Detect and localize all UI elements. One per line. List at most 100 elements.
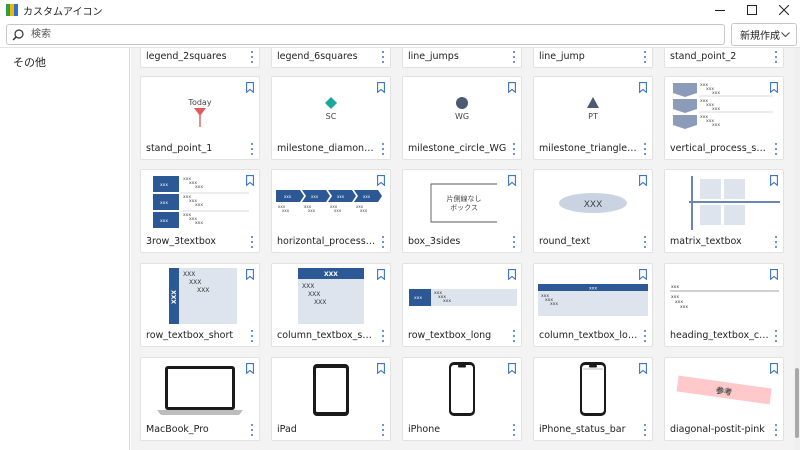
minimize-button[interactable] bbox=[704, 0, 736, 20]
sidebar: その他 bbox=[0, 48, 130, 450]
card-preview: xxx xxx xxx xxx xxx xxx xxx xxx xxx xxx xxx xxx bbox=[272, 170, 390, 232]
icon-card[interactable]: iPhone bbox=[402, 357, 522, 441]
more-vertical-icon[interactable] bbox=[380, 51, 386, 63]
icon-card[interactable]: PT milestone_triangle_PT bbox=[533, 76, 653, 160]
icon-card[interactable]: 参考 diagonal-postit-pink bbox=[664, 357, 784, 441]
bookmark-icon[interactable] bbox=[377, 175, 385, 186]
card-label: diagonal-postit-pink bbox=[670, 424, 765, 435]
icon-card[interactable]: matrix_textbox bbox=[664, 169, 784, 253]
bookmark-icon[interactable] bbox=[377, 269, 385, 280]
bookmark-icon[interactable] bbox=[246, 363, 254, 374]
svg-text:xxx: xxx bbox=[712, 107, 720, 112]
icon-card[interactable]: line_jump bbox=[533, 48, 653, 68]
svg-text:xxx: xxx bbox=[363, 194, 371, 199]
svg-text:xxx: xxx bbox=[282, 208, 290, 213]
svg-text:xxx: xxx bbox=[550, 302, 558, 307]
chevron-down-icon bbox=[781, 32, 790, 38]
more-vertical-icon[interactable] bbox=[642, 51, 648, 63]
more-vertical-icon[interactable] bbox=[642, 143, 648, 155]
svg-text:xxx: xxx bbox=[712, 123, 720, 128]
svg-text:xxx: xxx bbox=[195, 203, 203, 208]
more-vertical-icon[interactable] bbox=[642, 330, 648, 342]
svg-text:xxx: xxx bbox=[671, 285, 679, 290]
more-vertical-icon[interactable] bbox=[380, 424, 386, 436]
icon-card[interactable]: iPad bbox=[271, 357, 391, 441]
search-box[interactable] bbox=[6, 24, 725, 45]
maximize-icon bbox=[747, 5, 757, 15]
card-label: matrix_textbox bbox=[670, 236, 742, 247]
icon-card[interactable]: SC milestone_diamond_SC bbox=[271, 76, 391, 160]
icon-card[interactable]: line_jumps bbox=[402, 48, 522, 68]
bookmark-icon[interactable] bbox=[246, 269, 254, 280]
new-create-button[interactable]: 新規作成 bbox=[731, 23, 797, 46]
svg-text:xxx: xxx bbox=[195, 221, 203, 226]
box-3sides-text-1: 片側線なし bbox=[447, 194, 482, 203]
more-vertical-icon[interactable] bbox=[642, 236, 648, 248]
icon-card[interactable]: Today stand_point_1 bbox=[140, 76, 260, 160]
more-vertical-icon[interactable] bbox=[249, 51, 255, 63]
more-vertical-icon[interactable] bbox=[380, 330, 386, 342]
card-label: MacBook_Pro bbox=[146, 424, 209, 435]
card-label: horizontal_process_sequence bbox=[277, 236, 377, 247]
maximize-button[interactable] bbox=[736, 0, 768, 20]
bookmark-icon[interactable] bbox=[246, 175, 254, 186]
more-vertical-icon[interactable] bbox=[773, 424, 779, 436]
icon-card[interactable]: xxx xxx xxx xxx column_textbox_long bbox=[533, 263, 653, 347]
bookmark-icon[interactable] bbox=[770, 269, 778, 280]
more-vertical-icon[interactable] bbox=[511, 143, 517, 155]
icon-card[interactable]: xxx xxx xxx xxx row_textbox_long bbox=[402, 263, 522, 347]
bookmark-icon[interactable] bbox=[639, 82, 647, 93]
bookmark-icon[interactable] bbox=[508, 269, 516, 280]
more-vertical-icon[interactable] bbox=[249, 143, 255, 155]
bookmark-icon[interactable] bbox=[377, 363, 385, 374]
close-button[interactable] bbox=[768, 0, 800, 20]
more-vertical-icon[interactable] bbox=[773, 236, 779, 248]
bookmark-icon[interactable] bbox=[639, 175, 647, 186]
more-vertical-icon[interactable] bbox=[249, 236, 255, 248]
icon-card[interactable]: xxx xxxxxxxxx heading_textbox_column bbox=[664, 263, 784, 347]
more-vertical-icon[interactable] bbox=[773, 51, 779, 63]
sidebar-item-other[interactable]: その他 bbox=[13, 54, 46, 70]
scroll-thumb[interactable] bbox=[795, 368, 799, 438]
icon-card[interactable]: XXX XXX XXX XXX column_textbox_short bbox=[271, 263, 391, 347]
more-vertical-icon[interactable] bbox=[511, 236, 517, 248]
bookmark-icon[interactable] bbox=[639, 363, 647, 374]
bookmark-icon[interactable] bbox=[770, 175, 778, 186]
more-vertical-icon[interactable] bbox=[249, 424, 255, 436]
bookmark-icon[interactable] bbox=[639, 269, 647, 280]
card-preview bbox=[534, 358, 652, 420]
bookmark-icon[interactable] bbox=[508, 82, 516, 93]
search-input[interactable] bbox=[31, 26, 711, 43]
icon-card[interactable]: stand_point_2 bbox=[664, 48, 784, 68]
card-label: milestone_circle_WG bbox=[408, 143, 507, 154]
icon-card[interactable]: XXX round_text bbox=[533, 169, 653, 253]
three-side-box bbox=[430, 183, 497, 223]
bookmark-icon[interactable] bbox=[508, 175, 516, 186]
more-vertical-icon[interactable] bbox=[773, 330, 779, 342]
more-vertical-icon[interactable] bbox=[511, 330, 517, 342]
more-vertical-icon[interactable] bbox=[511, 51, 517, 63]
more-vertical-icon[interactable] bbox=[380, 143, 386, 155]
bookmark-icon[interactable] bbox=[770, 363, 778, 374]
vertical-scrollbar[interactable] bbox=[794, 48, 800, 450]
icon-card[interactable]: MacBook_Pro bbox=[140, 357, 260, 441]
more-vertical-icon[interactable] bbox=[773, 143, 779, 155]
icon-card[interactable]: xxx xxx xxx xxx xxx xxx xxx xxx xxx xxx xxx xxx … bbox=[140, 169, 260, 253]
icon-card[interactable]: legend_2squares bbox=[140, 48, 260, 68]
more-vertical-icon[interactable] bbox=[511, 424, 517, 436]
bookmark-icon[interactable] bbox=[770, 82, 778, 93]
icon-card[interactable]: 片側線なし ボックス box_3sides bbox=[402, 169, 522, 253]
icon-card[interactable]: xxx xxx xxx xxx xxx xxx xxx xxx xxx vertical_p… bbox=[664, 76, 784, 160]
more-vertical-icon[interactable] bbox=[642, 424, 648, 436]
bookmark-icon[interactable] bbox=[508, 363, 516, 374]
icon-card[interactable]: WG milestone_circle_WG bbox=[402, 76, 522, 160]
icon-card[interactable]: XXX XXX XXX XXX row_textbox_short bbox=[140, 263, 260, 347]
icon-card[interactable]: xxx xxx xxx xxx xxx xxx xxx xxx xxx xxx xxx xxx… bbox=[271, 169, 391, 253]
more-vertical-icon[interactable] bbox=[380, 236, 386, 248]
icon-card[interactable]: legend_6squares bbox=[271, 48, 391, 68]
bookmark-icon[interactable] bbox=[246, 82, 254, 93]
card-preview bbox=[665, 170, 783, 232]
more-vertical-icon[interactable] bbox=[249, 330, 255, 342]
bookmark-icon[interactable] bbox=[377, 82, 385, 93]
icon-card[interactable]: iPhone_status_bar bbox=[533, 357, 653, 441]
